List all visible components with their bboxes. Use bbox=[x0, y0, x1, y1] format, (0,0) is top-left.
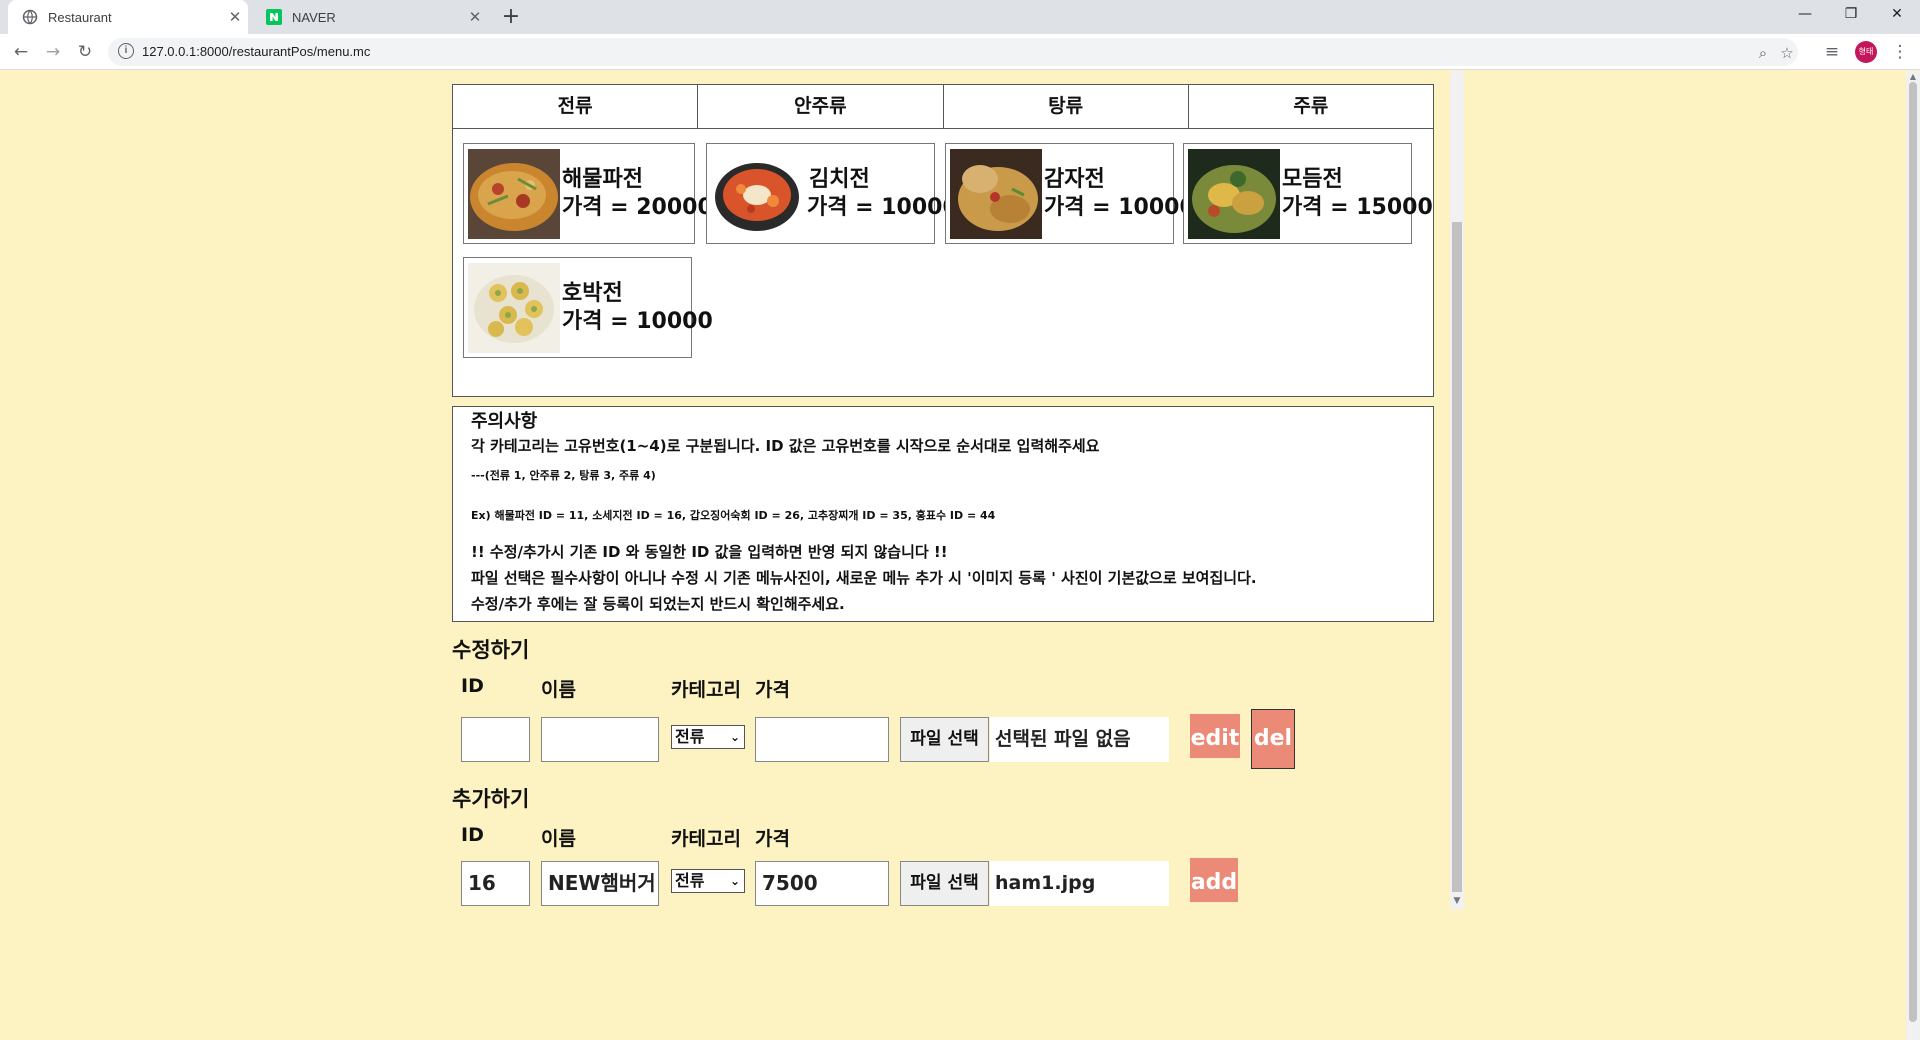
menu-price: 가격 = 10000 bbox=[1044, 194, 1195, 220]
zucchini-pancake-image bbox=[468, 262, 560, 353]
selected-category: 전류 bbox=[675, 871, 705, 890]
notice-line: !! 수정/추가시 기존 ID 와 동일한 ID 값을 입력하면 반영 되지 않… bbox=[471, 543, 948, 561]
price-label: 가격 bbox=[755, 679, 790, 701]
edit-price-input[interactable] bbox=[755, 717, 889, 762]
seafood-pancake-image bbox=[468, 148, 560, 239]
menu-price: 가격 = 10000 bbox=[807, 194, 958, 220]
edit-file-button[interactable]: 파일 선택 bbox=[900, 717, 989, 762]
add-id-input[interactable]: 16 bbox=[461, 861, 530, 906]
close-tab-icon[interactable]: ✕ bbox=[222, 8, 248, 26]
back-icon[interactable]: ← bbox=[9, 40, 33, 64]
menu-name: 김치전 bbox=[809, 166, 870, 192]
add-price-input[interactable]: 7500 bbox=[755, 861, 889, 906]
category-tab-anju[interactable]: 안주류 bbox=[698, 85, 944, 128]
menu-price: 가격 = 20000 bbox=[562, 194, 713, 220]
new-tab-button[interactable]: + bbox=[498, 4, 524, 30]
tab-title: Restaurant bbox=[48, 9, 112, 25]
menu-name: 감자전 bbox=[1044, 166, 1105, 192]
id-label: ID bbox=[461, 675, 484, 697]
add-name-input[interactable]: NEW햄버거 bbox=[541, 861, 659, 906]
add-file-status: ham1.jpg bbox=[990, 861, 1169, 906]
category-tab-jeon[interactable]: 전류 bbox=[453, 85, 699, 128]
category-tab-tang[interactable]: 탕류 bbox=[944, 85, 1189, 128]
category-label: 카테고리 bbox=[671, 679, 741, 701]
menu-price: 가격 = 15000 bbox=[1282, 194, 1433, 220]
tab-naver[interactable]: NAVER ✕ bbox=[252, 0, 488, 34]
menu-card[interactable]: 감자전 가격 = 10000 bbox=[945, 143, 1195, 244]
edit-file-status: 선택된 파일 없음 bbox=[990, 717, 1169, 762]
notice-box: 주의사항 각 카테고리는 고유번호(1~4)로 구분됩니다. ID 값은 고유번… bbox=[452, 406, 1434, 622]
edit-name-input[interactable] bbox=[541, 717, 659, 762]
delete-button[interactable]: del bbox=[1251, 709, 1295, 769]
id-label: ID bbox=[461, 824, 484, 846]
url-text: 127.0.0.1:8000/restaurantPos/menu.mc bbox=[142, 44, 371, 59]
notice-line: 수정/추가 후에는 잘 등록이 되었는지 반드시 확인해주세요. bbox=[471, 595, 845, 613]
menu-card[interactable]: 호박전 가격 = 10000 bbox=[463, 257, 713, 358]
name-label: 이름 bbox=[541, 828, 576, 850]
category-label: 카테고리 bbox=[671, 828, 741, 850]
minimize-icon[interactable]: — bbox=[1782, 0, 1828, 30]
page-scrollbar-thumb[interactable] bbox=[1909, 82, 1917, 1022]
globe-icon bbox=[22, 9, 38, 25]
browser-toolbar: ← → ↻ i 127.0.0.1:8000/restaurantPos/men… bbox=[0, 34, 1920, 70]
scroll-down-arrow-icon[interactable]: ▼ bbox=[1450, 894, 1464, 908]
zoom-icon[interactable]: ⌕ bbox=[1752, 42, 1774, 64]
notice-line: 각 카테고리는 고유번호(1~4)로 구분됩니다. ID 값은 고유번호를 시작… bbox=[471, 437, 1100, 455]
notice-title: 주의사항 bbox=[471, 411, 538, 432]
avatar[interactable]: 형태 bbox=[1855, 41, 1877, 63]
menu-name: 해물파전 bbox=[562, 166, 643, 192]
assorted-pancake-image bbox=[1188, 148, 1280, 239]
more-menu-icon[interactable]: ⋮ bbox=[1888, 40, 1912, 64]
close-tab-icon[interactable]: ✕ bbox=[462, 8, 488, 26]
notice-line: 파일 선택은 필수사항이 아니나 수정 시 기존 메뉴사진이, 새로운 메뉴 추… bbox=[471, 569, 1257, 587]
menu-card[interactable]: 해물파전 가격 = 20000 bbox=[463, 143, 713, 244]
add-button[interactable]: add bbox=[1190, 858, 1238, 902]
add-category-select[interactable]: 전류 ⌄ bbox=[671, 869, 745, 893]
potato-pancake-image bbox=[950, 148, 1042, 239]
restore-icon[interactable]: ❐ bbox=[1828, 0, 1874, 30]
reading-list-icon[interactable]: ≡ bbox=[1820, 40, 1844, 64]
add-section-title: 추가하기 bbox=[452, 787, 530, 811]
forward-icon[interactable]: → bbox=[41, 40, 65, 64]
add-file-button[interactable]: 파일 선택 bbox=[900, 861, 989, 906]
site-info-icon[interactable]: i bbox=[118, 43, 134, 59]
name-label: 이름 bbox=[541, 679, 576, 701]
tab-restaurant[interactable]: Restaurant ✕ bbox=[8, 0, 248, 34]
naver-n-icon bbox=[266, 9, 282, 25]
edit-section-title: 수정하기 bbox=[452, 638, 530, 662]
menu-card[interactable]: 김치전 가격 = 10000 bbox=[706, 143, 958, 244]
category-tabs: 전류 안주류 탕류 주류 bbox=[452, 84, 1434, 129]
chevron-down-icon: ⌄ bbox=[729, 730, 740, 744]
edit-category-select[interactable]: 전류 ⌄ bbox=[671, 725, 745, 749]
edit-button[interactable]: edit bbox=[1190, 714, 1240, 758]
address-bar[interactable]: i 127.0.0.1:8000/restaurantPos/menu.mc ⌕… bbox=[108, 38, 1798, 66]
category-tab-alcohol[interactable]: 주류 bbox=[1189, 85, 1433, 128]
tab-title: NAVER bbox=[292, 9, 336, 25]
tab-strip: Restaurant ✕ NAVER ✕ + — ❐ ✕ bbox=[0, 0, 1920, 34]
close-window-icon[interactable]: ✕ bbox=[1874, 0, 1920, 30]
kimchi-pancake-image bbox=[711, 148, 803, 239]
menu-name: 호박전 bbox=[562, 280, 623, 306]
menu-name: 모듬전 bbox=[1282, 166, 1343, 192]
inner-scrollbar-thumb[interactable] bbox=[1452, 222, 1462, 892]
notice-line: Ex) 해물파전 ID = 11, 소세지전 ID = 16, 갑오징어숙회 I… bbox=[471, 509, 996, 522]
menu-panel: 해물파전 가격 = 20000 김치전 가격 = 10000 감자전 가격 = … bbox=[452, 128, 1434, 397]
menu-price: 가격 = 10000 bbox=[562, 308, 713, 334]
notice-line: ---(전류 1, 안주류 2, 탕류 3, 주류 4) bbox=[471, 469, 656, 482]
selected-category: 전류 bbox=[675, 727, 705, 746]
menu-card[interactable]: 모듬전 가격 = 15000 bbox=[1183, 143, 1433, 244]
price-label: 가격 bbox=[755, 828, 790, 850]
scroll-up-arrow-icon[interactable]: ▲ bbox=[1906, 72, 1920, 84]
bookmark-star-icon[interactable]: ☆ bbox=[1776, 42, 1798, 64]
edit-id-input[interactable] bbox=[461, 717, 530, 762]
chevron-down-icon: ⌄ bbox=[729, 874, 740, 888]
reload-icon[interactable]: ↻ bbox=[73, 40, 97, 64]
